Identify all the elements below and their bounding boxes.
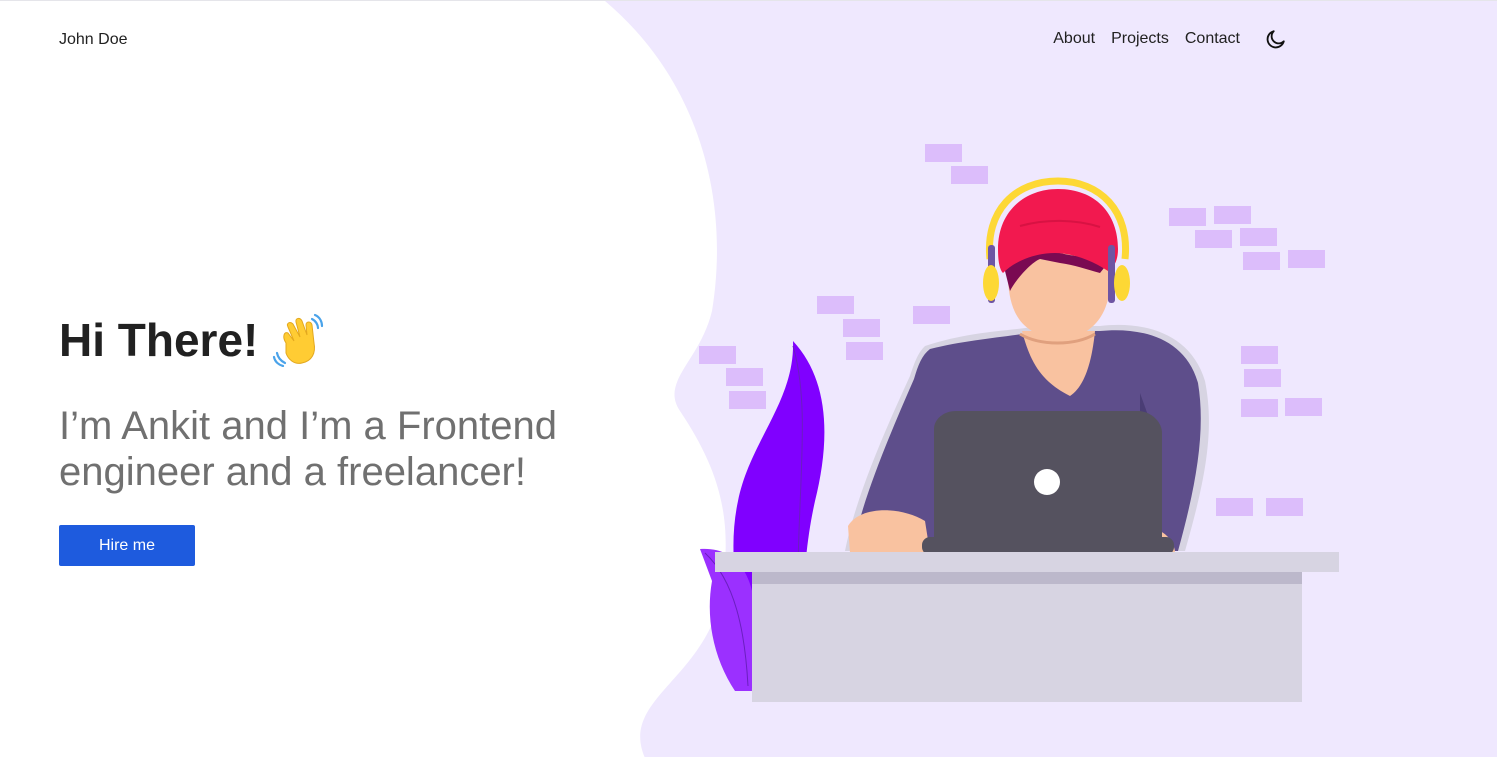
waving-hand-icon [273, 313, 324, 367]
hero-section: Hi There! I’m Ankit and I’m a Frontend e… [59, 313, 679, 566]
hero-intro: I’m Ankit and I’m a Frontend engineer an… [59, 404, 558, 494]
hero-greeting: Hi There! [59, 313, 679, 367]
nav-link-projects[interactable]: Projects [1111, 30, 1169, 48]
desk [715, 552, 1339, 702]
nav-link-contact[interactable]: Contact [1185, 30, 1240, 48]
nav-link-about[interactable]: About [1053, 30, 1095, 48]
brand-link[interactable]: John Doe [59, 31, 128, 49]
greeting-text: Hi There! [59, 313, 259, 366]
page: John Doe About Projects Contact Hi There… [0, 0, 1497, 757]
theme-toggle-button[interactable] [1264, 27, 1288, 51]
laptop [922, 411, 1174, 555]
main-nav: About Projects Contact [1053, 27, 1288, 51]
moon-icon [1266, 30, 1285, 49]
hire-me-button[interactable]: Hire me [59, 525, 195, 566]
